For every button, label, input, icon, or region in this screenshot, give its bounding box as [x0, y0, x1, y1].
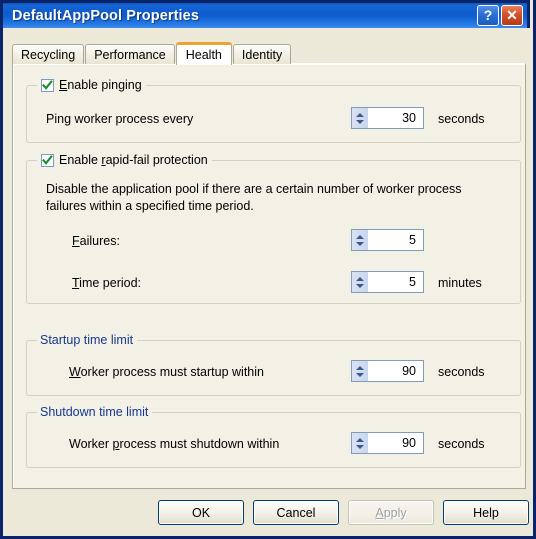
ok-button[interactable]: OK: [158, 500, 244, 525]
startup-limit-unit: seconds: [438, 365, 485, 379]
shutdown-limit-input[interactable]: 90: [369, 433, 423, 453]
time-period-input[interactable]: 5: [369, 272, 423, 292]
startup-time-limit-group: Startup time limit Worker process must s…: [26, 333, 521, 396]
close-icon: ✕: [506, 7, 518, 23]
tab-strip: Recycling Performance Health Identity: [12, 42, 292, 65]
shutdown-limit-spinner[interactable]: 90: [351, 432, 424, 454]
startup-limit-input[interactable]: 90: [369, 361, 423, 381]
shutdown-time-limit-group-label: Shutdown time limit: [37, 405, 153, 419]
ok-button-label: OK: [191, 505, 211, 520]
startup-limit-spinner[interactable]: 90: [351, 360, 424, 382]
health-tab-panel: Enable pinging Ping worker process every…: [12, 63, 526, 489]
ping-interval-spinner[interactable]: 30: [351, 107, 424, 129]
rapid-fail-group: Enable rapid-fail protection Disable the…: [26, 153, 521, 304]
failures-input[interactable]: 5: [369, 230, 423, 250]
rapid-fail-group-label: Enable rapid-fail protection: [37, 153, 212, 167]
enable-rapid-fail-label: Enable rapid-fail protection: [59, 153, 208, 167]
spinner-up-arrow-icon[interactable]: [356, 437, 364, 442]
checkmark-icon: [42, 79, 53, 90]
apply-button-label: Apply: [375, 505, 407, 520]
question-mark-icon: ?: [483, 7, 493, 23]
startup-time-limit-group-label: Startup time limit: [37, 333, 138, 347]
time-period-label: Time period:: [72, 276, 142, 290]
spinner-down-arrow-icon[interactable]: [356, 372, 364, 377]
spinner-down-arrow-icon[interactable]: [356, 444, 364, 449]
failures-label: Failures:: [72, 234, 120, 248]
cancel-button[interactable]: Cancel: [253, 500, 339, 525]
time-period-unit: minutes: [438, 276, 482, 290]
enable-pinging-group-label: Enable pinging: [37, 78, 146, 92]
enable-pinging-label: Enable pinging: [59, 78, 142, 92]
rapid-fail-description: Disable the application pool if there ar…: [46, 182, 462, 213]
tab-health[interactable]: Health: [175, 42, 232, 65]
tab-performance-label: Performance: [94, 47, 166, 62]
apply-button: Apply: [348, 500, 434, 525]
time-period-spinner[interactable]: 5: [351, 271, 424, 293]
ping-interval-label: Ping worker process every: [46, 112, 194, 126]
spinner-up-arrow-icon[interactable]: [356, 234, 364, 239]
spinner-up-arrow-icon[interactable]: [356, 276, 364, 281]
spinner-up-arrow-icon[interactable]: [356, 112, 364, 117]
enable-pinging-group: Enable pinging Ping worker process every…: [26, 78, 521, 143]
dialog-button-row: OK Cancel Apply Help: [3, 500, 533, 530]
help-titlebar-button[interactable]: ?: [477, 5, 499, 26]
title-bar-buttons: ? ✕: [477, 5, 523, 26]
tab-health-label: Health: [185, 48, 222, 62]
enable-rapid-fail-checkbox[interactable]: [41, 153, 54, 167]
spinner-up-arrow-icon[interactable]: [356, 365, 364, 370]
shutdown-time-limit-group: Shutdown time limit Worker process must …: [26, 405, 521, 468]
startup-limit-spinner-arrows[interactable]: [352, 361, 369, 381]
help-button-label: Help: [473, 505, 499, 520]
ping-interval-input[interactable]: 30: [369, 108, 423, 128]
shutdown-limit-spinner-arrows[interactable]: [352, 433, 369, 453]
close-button[interactable]: ✕: [501, 5, 523, 26]
shutdown-limit-unit: seconds: [438, 437, 485, 451]
spinner-down-arrow-icon[interactable]: [356, 283, 364, 288]
enable-pinging-checkbox[interactable]: [41, 78, 54, 92]
help-button[interactable]: Help: [443, 500, 529, 525]
spinner-down-arrow-icon[interactable]: [356, 241, 364, 246]
shutdown-within-label: Worker process must shutdown within: [69, 437, 280, 451]
title-bar: DefaultAppPool Properties ? ✕: [3, 0, 530, 28]
checkmark-icon: [42, 154, 53, 165]
properties-dialog: DefaultAppPool Properties ? ✕ Recycling …: [0, 0, 536, 539]
failures-spinner[interactable]: 5: [351, 229, 424, 251]
tab-identity[interactable]: Identity: [232, 44, 292, 64]
time-period-spinner-arrows[interactable]: [352, 272, 369, 292]
tab-recycling[interactable]: Recycling: [12, 44, 85, 64]
startup-within-label: Worker process must startup within: [69, 365, 264, 379]
cancel-button-label: Cancel: [276, 505, 316, 520]
spinner-down-arrow-icon[interactable]: [356, 119, 364, 124]
window-title: DefaultAppPool Properties: [12, 7, 199, 24]
tab-recycling-label: Recycling: [21, 47, 76, 62]
ping-interval-unit: seconds: [438, 112, 485, 126]
tab-identity-label: Identity: [241, 47, 283, 62]
ping-interval-spinner-arrows[interactable]: [352, 108, 369, 128]
tab-performance[interactable]: Performance: [85, 44, 175, 64]
failures-spinner-arrows[interactable]: [352, 230, 369, 250]
